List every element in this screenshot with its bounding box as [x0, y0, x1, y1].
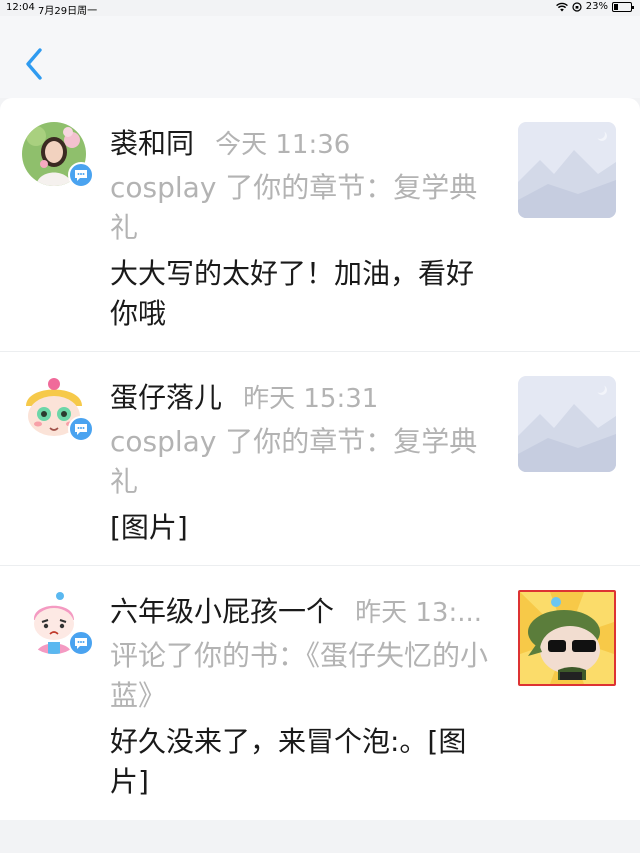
notification-item[interactable]: 蛋仔落儿 昨天 15:31 cosplay 了你的章节：复学典礼 [图片] — [0, 352, 640, 566]
orientation-lock-icon — [572, 1, 582, 12]
message-text: 好久没来了，来冒个泡:。[图片] — [110, 725, 467, 798]
user-name[interactable]: 蛋仔落儿 — [110, 381, 222, 414]
comment-badge-icon — [68, 630, 94, 656]
message-text: 大大写的太好了！加油，看好你哦 — [110, 257, 475, 330]
chevron-left-icon — [26, 48, 42, 80]
back-button[interactable] — [20, 46, 50, 82]
status-date: 7月29日周一 — [38, 6, 98, 17]
action-text: cosplay 了你的章节：复学典礼 — [110, 425, 478, 498]
status-time: 12:04 — [6, 2, 35, 13]
notification-list: 裘和同 今天 11:36 cosplay 了你的章节：复学典礼 大大写的太好了！… — [0, 98, 640, 820]
action-text: 评论了你的书：《蛋仔失忆的小蓝》 — [110, 639, 489, 712]
message-text: [图片] — [110, 511, 188, 544]
book-cover-image[interactable] — [518, 590, 616, 686]
status-bar: 12:04 7月29日周一 23% — [0, 0, 640, 17]
user-name[interactable]: 六年级小屁孩一个 — [110, 595, 334, 628]
action-text: cosplay 了你的章节：复学典礼 — [110, 171, 478, 244]
battery-percent: 23% — [585, 1, 608, 12]
nav-header — [0, 16, 640, 98]
battery-icon — [612, 1, 634, 12]
notification-time: 昨天 13:... — [355, 598, 483, 628]
placeholder-image[interactable] — [518, 122, 616, 218]
notification-item[interactable]: 裘和同 今天 11:36 cosplay 了你的章节：复学典礼 大大写的太好了！… — [0, 98, 640, 352]
wifi-icon — [555, 2, 568, 11]
name-line: 蛋仔落儿 昨天 15:31 — [110, 376, 378, 416]
notification-item[interactable]: 六年级小屁孩一个 昨天 13:... 评论了你的书：《蛋仔失忆的小蓝》 好久没来… — [0, 566, 640, 818]
user-name[interactable]: 裘和同 — [110, 127, 194, 160]
notification-time: 今天 11:36 — [215, 130, 351, 160]
bottom-spacer — [0, 820, 640, 853]
notification-time: 昨天 15:31 — [243, 384, 379, 414]
placeholder-image[interactable] — [518, 376, 616, 472]
name-line: 裘和同 今天 11:36 — [110, 122, 350, 162]
name-line: 六年级小屁孩一个 昨天 13:... — [110, 590, 482, 630]
status-right: 23% — [555, 1, 634, 12]
comment-badge-icon — [68, 162, 94, 188]
comment-badge-icon — [68, 416, 94, 442]
